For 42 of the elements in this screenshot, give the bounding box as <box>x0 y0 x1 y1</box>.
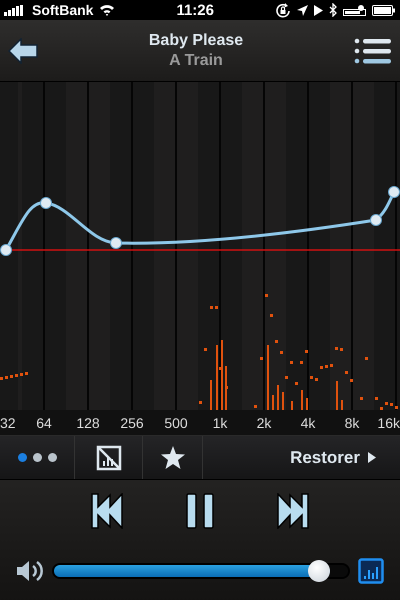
equalizer-toggle-button[interactable] <box>358 558 384 584</box>
pause-icon <box>186 493 214 529</box>
favorite-button[interactable] <box>160 446 184 469</box>
frequency-label: 1k <box>212 414 228 430</box>
preset-button[interactable]: Restorer <box>290 448 376 468</box>
speaker-icon <box>16 559 44 583</box>
page-dot[interactable] <box>18 453 26 462</box>
menu-icon <box>354 38 392 64</box>
frequency-label: 16k <box>376 414 400 430</box>
chart-off-icon <box>96 444 122 470</box>
page-dot[interactable] <box>48 453 56 462</box>
frequency-label: 4k <box>300 414 316 430</box>
bluetooth-icon <box>329 3 337 17</box>
device-icon <box>343 4 366 16</box>
pause-button[interactable] <box>186 493 214 529</box>
clock-time: 11:26 <box>176 2 214 18</box>
frequency-label: 256 <box>119 414 145 430</box>
menu-button[interactable] <box>354 38 392 64</box>
artist-name: A Train <box>169 52 223 70</box>
battery-icon <box>372 4 396 16</box>
back-button[interactable] <box>8 38 38 64</box>
back-arrow-icon <box>8 38 38 64</box>
bar-chart-icon <box>358 558 384 584</box>
frequency-label: 64 <box>35 414 53 430</box>
volume-thumb[interactable] <box>308 560 330 582</box>
frequency-label: 32 <box>0 414 17 430</box>
frequency-label: 500 <box>163 414 189 430</box>
frequency-label: 2k <box>256 414 272 430</box>
wifi-icon <box>99 4 116 16</box>
signal-icon <box>4 4 26 16</box>
frequency-label: 128 <box>75 414 101 430</box>
page-dot[interactable] <box>32 453 42 462</box>
carrier-name: SoftBank <box>32 2 94 18</box>
play-icon <box>314 4 323 16</box>
location-icon <box>297 4 308 16</box>
star-icon <box>160 446 184 469</box>
rotation-lock-icon <box>275 2 291 18</box>
song-title: Baby Please <box>148 32 244 50</box>
eq-curve[interactable] <box>0 186 400 256</box>
frequency-label: 8k <box>344 414 360 430</box>
spectrum-toggle-button[interactable] <box>96 444 122 470</box>
play-arrow-icon <box>368 452 376 463</box>
